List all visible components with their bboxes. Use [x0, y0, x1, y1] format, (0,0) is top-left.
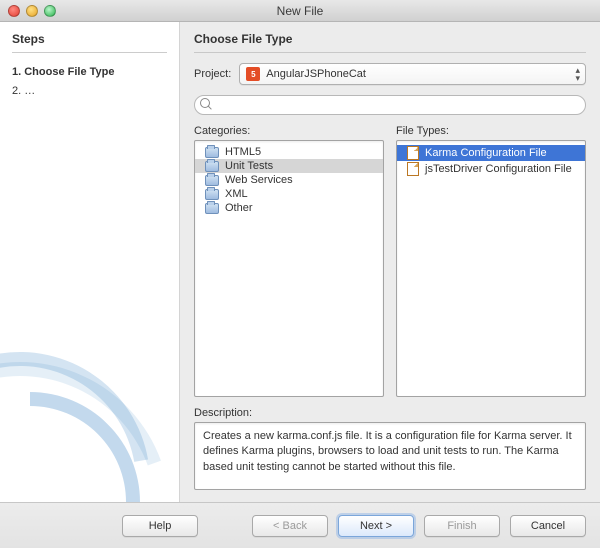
divider — [12, 52, 167, 53]
window-title: New File — [0, 4, 600, 18]
cancel-button[interactable]: Cancel — [510, 515, 586, 537]
folder-icon — [205, 203, 219, 214]
search-icon — [200, 98, 212, 110]
dialog-footer: Help < Back Next > Finish Cancel — [0, 502, 600, 548]
steps-heading: Steps — [12, 32, 167, 46]
category-label: Unit Tests — [225, 160, 273, 172]
filetypes-label: File Types: — [396, 125, 586, 137]
folder-icon — [205, 175, 219, 186]
category-item[interactable]: Web Services — [195, 173, 383, 187]
page-title: Choose File Type — [194, 32, 586, 46]
project-combobox[interactable]: 5 AngularJSPhoneCat ▴▾ — [239, 63, 586, 85]
window-controls — [8, 5, 56, 17]
steps-list: 1. Choose File Type2. … — [12, 63, 167, 100]
file-icon — [407, 162, 419, 176]
titlebar: New File — [0, 0, 600, 22]
folder-icon — [205, 161, 219, 172]
filetype-label: Karma Configuration File — [425, 147, 547, 159]
folder-icon — [205, 147, 219, 158]
main-panel: Choose File Type Project: 5 AngularJSPho… — [180, 22, 600, 502]
filetypes-listbox[interactable]: Karma Configuration File jsTestDriver Con… — [396, 140, 586, 397]
filetype-item[interactable]: Karma Configuration File — [397, 145, 585, 161]
zoom-window-button[interactable] — [44, 5, 56, 17]
description-text: Creates a new karma.conf.js file. It is … — [194, 422, 586, 490]
filetype-label: jsTestDriver Configuration File — [425, 163, 572, 175]
description-label: Description: — [194, 407, 586, 419]
file-icon — [407, 146, 419, 160]
categories-label: Categories: — [194, 125, 384, 137]
updown-arrows-icon: ▴▾ — [575, 66, 580, 82]
step-item: 2. … — [12, 82, 167, 101]
category-label: XML — [225, 188, 248, 200]
divider — [194, 52, 586, 53]
folder-icon — [205, 189, 219, 200]
html5-icon: 5 — [246, 67, 260, 81]
decorative-swoosh — [0, 372, 180, 502]
finish-button[interactable]: Finish — [424, 515, 500, 537]
category-label: Other — [225, 202, 253, 214]
category-item[interactable]: Unit Tests — [195, 159, 383, 173]
next-button[interactable]: Next > — [338, 515, 414, 537]
minimize-window-button[interactable] — [26, 5, 38, 17]
category-label: HTML5 — [225, 146, 261, 158]
project-label: Project: — [194, 68, 231, 80]
category-item[interactable]: Other — [195, 201, 383, 215]
category-label: Web Services — [225, 174, 293, 186]
steps-panel: Steps 1. Choose File Type2. … — [0, 22, 180, 502]
category-item[interactable]: HTML5 — [195, 145, 383, 159]
close-window-button[interactable] — [8, 5, 20, 17]
step-item: 1. Choose File Type — [12, 63, 167, 82]
filter-input[interactable] — [194, 95, 586, 115]
filetype-item[interactable]: jsTestDriver Configuration File — [397, 161, 585, 177]
project-value: AngularJSPhoneCat — [266, 68, 366, 80]
categories-listbox[interactable]: HTML5 Unit Tests Web Services XML Other — [194, 140, 384, 397]
back-button[interactable]: < Back — [252, 515, 328, 537]
help-button[interactable]: Help — [122, 515, 198, 537]
category-item[interactable]: XML — [195, 187, 383, 201]
